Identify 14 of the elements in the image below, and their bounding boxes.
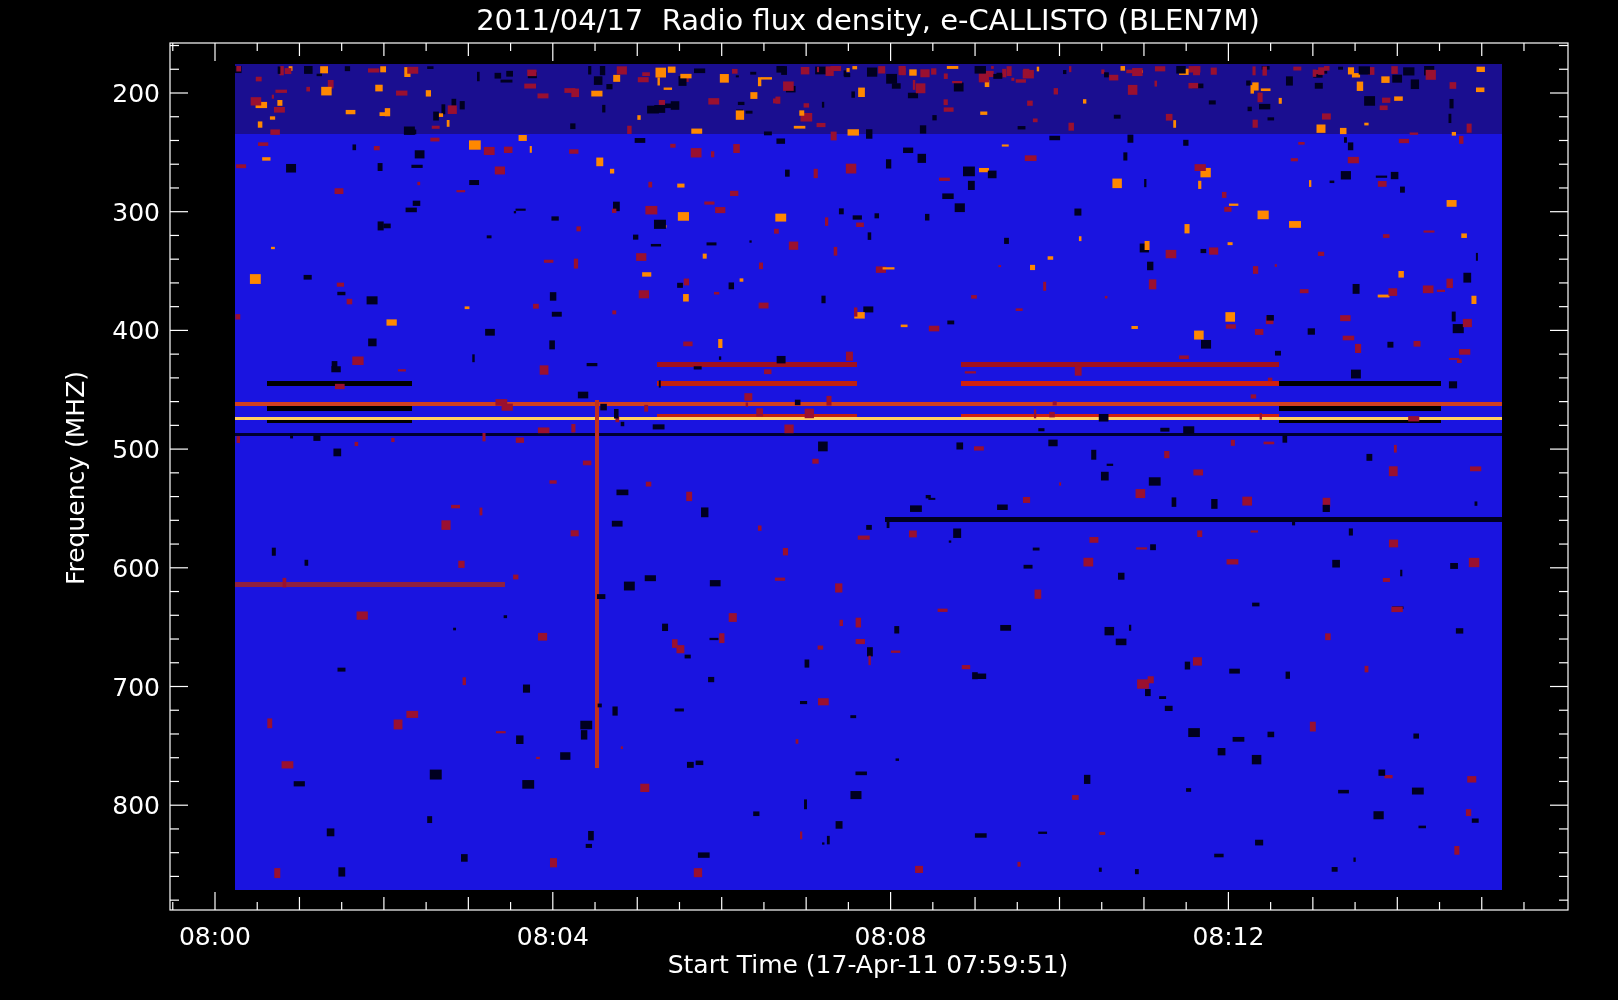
y-tick-label: 500 <box>112 435 160 465</box>
y-tick-label: 600 <box>112 553 160 583</box>
x-tick-label: 08:04 <box>516 922 589 951</box>
x-tick-label: 08:12 <box>1192 922 1265 951</box>
y-tick-label: 700 <box>112 672 160 702</box>
x-tick-label: 08:08 <box>854 922 927 951</box>
y-tick-label: 200 <box>112 79 160 108</box>
x-axis-label: Start Time (17-Apr-11 07:59:51) <box>667 950 1069 979</box>
y-tick-label: 400 <box>112 316 160 346</box>
y-tick-label: 300 <box>112 197 160 227</box>
y-axis-label: Frequency (MHZ) <box>61 370 90 586</box>
plot-title: 2011/04/17 Radio flux density, e-CALLISTO (BLEN7M) <box>476 3 1260 37</box>
x-tick-label: 08:00 <box>179 922 251 951</box>
y-tick-label: 800 <box>112 791 160 821</box>
